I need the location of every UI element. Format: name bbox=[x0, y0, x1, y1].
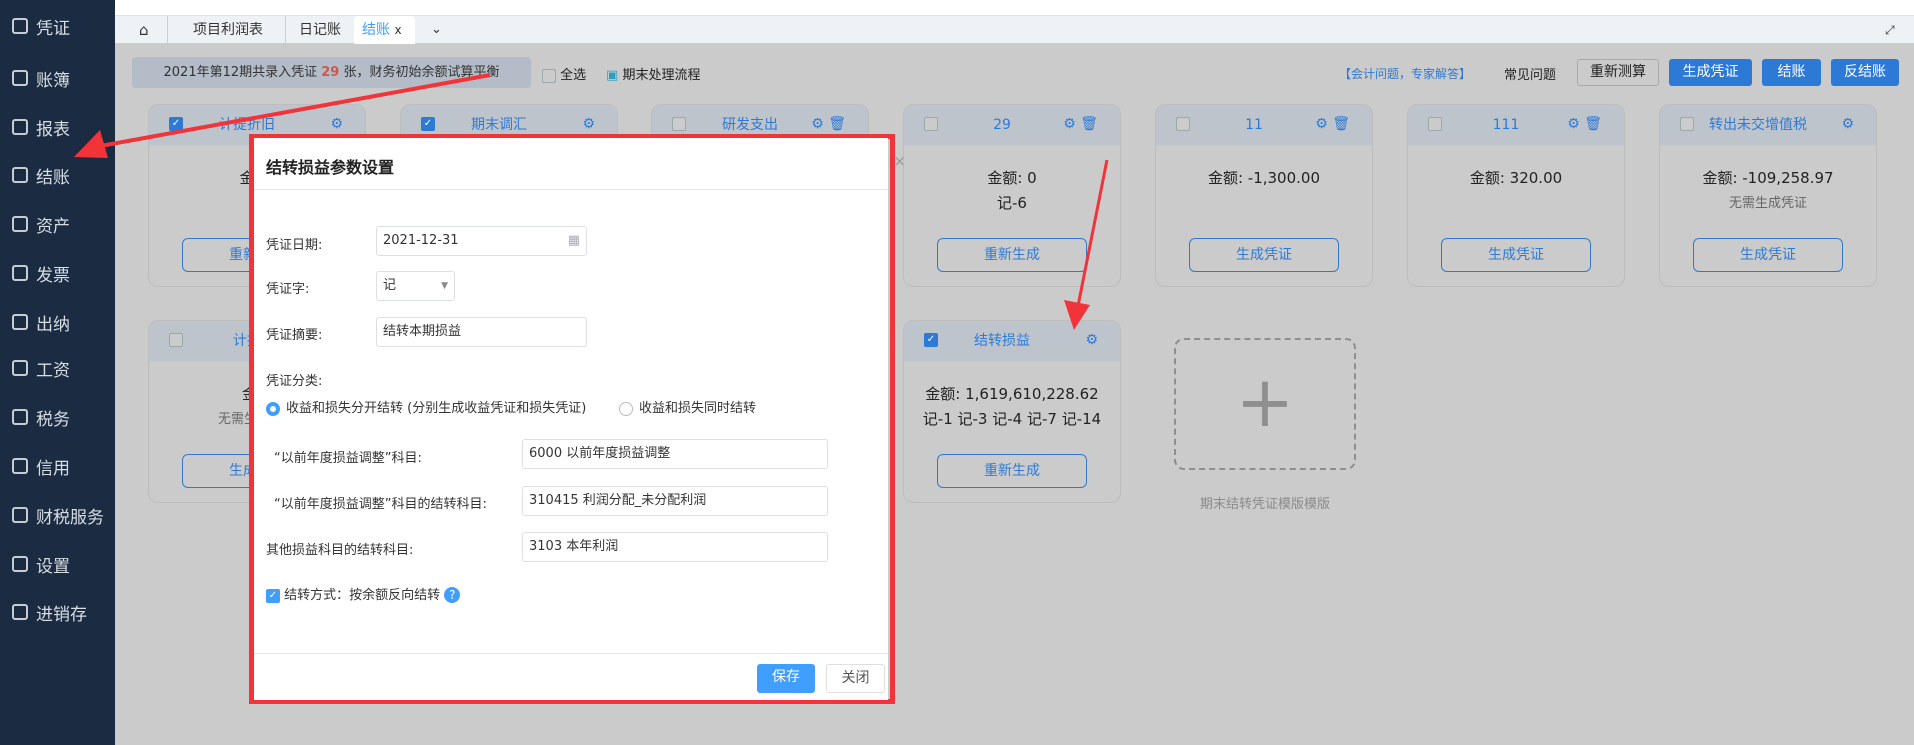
prior-account-label: “以前年度损益调整”科目: bbox=[274, 451, 422, 466]
help-icon[interactable]: ? bbox=[444, 587, 461, 603]
date-input[interactable]: 2021-12-31 ▦ bbox=[376, 226, 587, 256]
radio-unchecked[interactable] bbox=[619, 401, 633, 416]
annotation-arrow-head bbox=[74, 130, 108, 158]
close-button[interactable]: 关闭 bbox=[826, 664, 885, 693]
checkbox-checked[interactable]: ✓ bbox=[266, 588, 280, 603]
profit-loss-transfer-dialog: 结转损益参数设置 × 凭证日期: 2021-12-31 ▦ 凭证字: 记 ▼ 凭证摘… bbox=[254, 138, 906, 700]
divider bbox=[254, 189, 888, 190]
radio-checked[interactable] bbox=[266, 401, 280, 416]
dialog-title: 结转损益参数设置 bbox=[266, 158, 395, 177]
annotation-arrow-head bbox=[1064, 300, 1090, 330]
prior-transfer-label: “以前年度损益调整”科目的结转科目: bbox=[274, 497, 487, 512]
option-label: 收益和损失同时结转 bbox=[639, 401, 757, 416]
prior-transfer-input[interactable]: 310415 利润分配_未分配利润 bbox=[522, 486, 828, 516]
summary-label: 凭证摘要: bbox=[266, 328, 323, 343]
dropdown-caret-icon: ▼ bbox=[441, 281, 448, 291]
method-label: 结转方式：按余额反向结转 bbox=[284, 588, 441, 603]
category-label: 凭证分类: bbox=[266, 374, 323, 389]
other-transfer-label: 其他损益科目的结转科目: bbox=[266, 543, 414, 558]
method-checkbox[interactable]: ✓ 结转方式：按余额反向结转 ? bbox=[266, 584, 461, 603]
word-value: 记 bbox=[383, 278, 397, 293]
save-button[interactable]: 保存 bbox=[757, 664, 815, 693]
option-combined-radio[interactable]: 收益和损失同时结转 bbox=[619, 397, 756, 416]
option-separate-radio[interactable]: 收益和损失分开结转 (分别生成收益凭证和损失凭证) bbox=[266, 397, 586, 416]
annotation-arrow-line bbox=[1076, 159, 1109, 307]
summary-input[interactable]: 结转本期损益 bbox=[376, 317, 587, 347]
date-label: 凭证日期: bbox=[266, 238, 323, 253]
calendar-icon[interactable]: ▦ bbox=[568, 227, 580, 255]
divider bbox=[254, 653, 888, 654]
word-select[interactable]: 记 ▼ bbox=[376, 271, 455, 301]
prior-account-input[interactable]: 6000 以前年度损益调整 bbox=[522, 439, 828, 469]
word-label: 凭证字: bbox=[266, 282, 310, 297]
other-transfer-input[interactable]: 3103 本年利润 bbox=[522, 532, 828, 562]
option-label: 收益和损失分开结转 (分别生成收益凭证和损失凭证) bbox=[286, 401, 587, 416]
close-icon[interactable]: × bbox=[893, 152, 906, 170]
date-value: 2021-12-31 bbox=[383, 233, 459, 248]
